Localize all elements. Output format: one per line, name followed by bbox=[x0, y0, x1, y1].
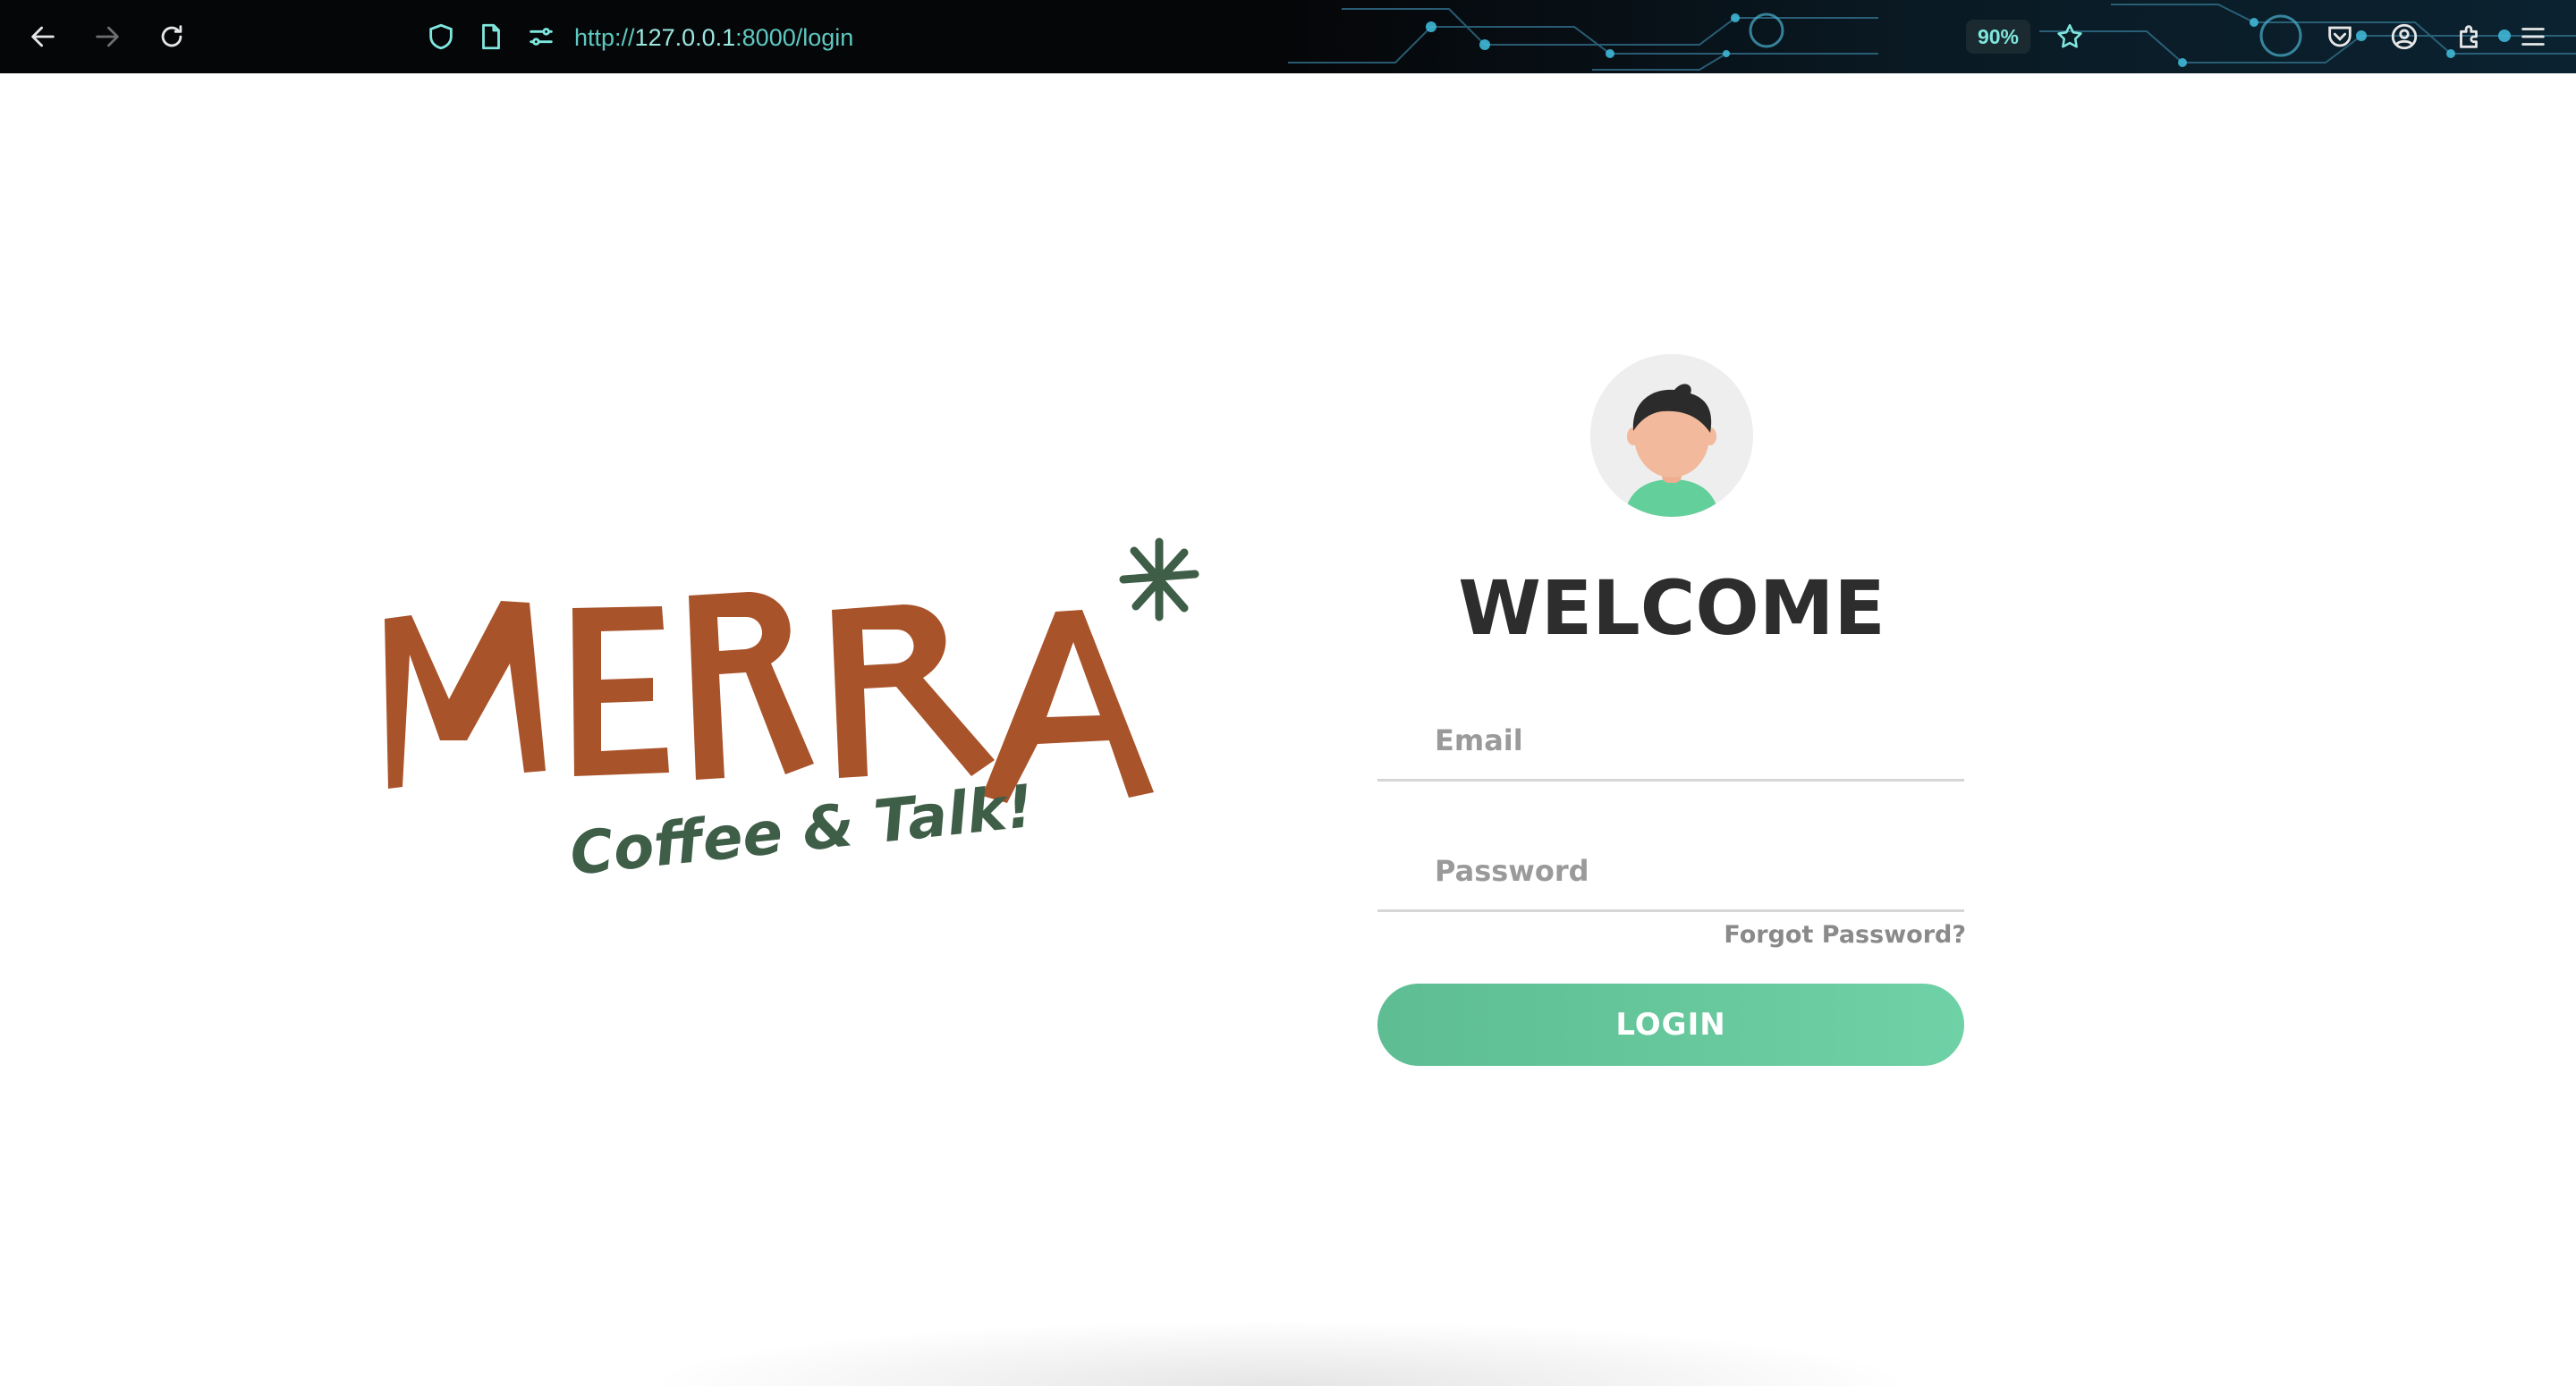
bottom-shadow bbox=[590, 1314, 1968, 1386]
avatar bbox=[1590, 354, 1753, 517]
url-host: 127.0.0.1 bbox=[634, 24, 736, 51]
account-icon bbox=[2391, 23, 2418, 50]
page-icon[interactable] bbox=[476, 21, 506, 52]
browser-toolbar: http://127.0.0.1:8000/login 90% bbox=[0, 0, 2576, 73]
logo-letter-m bbox=[385, 601, 546, 789]
logo-tagline: Coffee & Talk! bbox=[567, 772, 1037, 889]
login-form: WELCOME Forgot Password? LOGIN bbox=[1377, 349, 1966, 1082]
login-button[interactable]: LOGIN bbox=[1377, 984, 1964, 1066]
merra-logo: Coffee & Talk! bbox=[367, 529, 1208, 905]
shield-icon[interactable] bbox=[426, 21, 456, 52]
zoom-indicator[interactable]: 90% bbox=[1966, 20, 2030, 54]
welcome-heading: WELCOME bbox=[1458, 564, 1885, 652]
account-button[interactable] bbox=[2383, 15, 2426, 58]
star-icon bbox=[2057, 23, 2082, 48]
forward-icon bbox=[96, 26, 119, 47]
back-button[interactable] bbox=[21, 15, 64, 58]
permissions-icon[interactable] bbox=[526, 21, 556, 52]
circuit-background bbox=[1288, 0, 2576, 73]
pocket-button[interactable] bbox=[2318, 15, 2361, 58]
logo-letter-r2 bbox=[832, 604, 995, 778]
forgot-password-link[interactable]: Forgot Password? bbox=[1724, 921, 1966, 949]
password-field[interactable] bbox=[1377, 832, 1964, 912]
extensions-button[interactable] bbox=[2447, 15, 2490, 58]
url-path: :8000/login bbox=[735, 24, 854, 51]
url-bar[interactable]: http://127.0.0.1:8000/login bbox=[574, 20, 853, 55]
logo-graphic: Coffee & Talk! bbox=[385, 537, 1199, 889]
menu-button[interactable] bbox=[2512, 15, 2555, 58]
extensions-icon bbox=[2460, 25, 2478, 48]
back-icon bbox=[31, 26, 55, 47]
user-avatar-icon bbox=[1590, 354, 1753, 517]
url-scheme: http:// bbox=[574, 24, 635, 51]
forward-button[interactable] bbox=[86, 15, 129, 58]
logo-letter-e bbox=[572, 606, 669, 776]
reload-button[interactable] bbox=[150, 15, 193, 58]
logo-asterisk-icon bbox=[1119, 537, 1199, 621]
pocket-icon bbox=[2328, 26, 2351, 47]
email-field[interactable] bbox=[1377, 701, 1964, 782]
menu-icon bbox=[2521, 28, 2545, 46]
reload-icon bbox=[161, 25, 182, 47]
logo-letter-r1 bbox=[689, 592, 814, 780]
bookmark-button[interactable] bbox=[2048, 15, 2091, 58]
